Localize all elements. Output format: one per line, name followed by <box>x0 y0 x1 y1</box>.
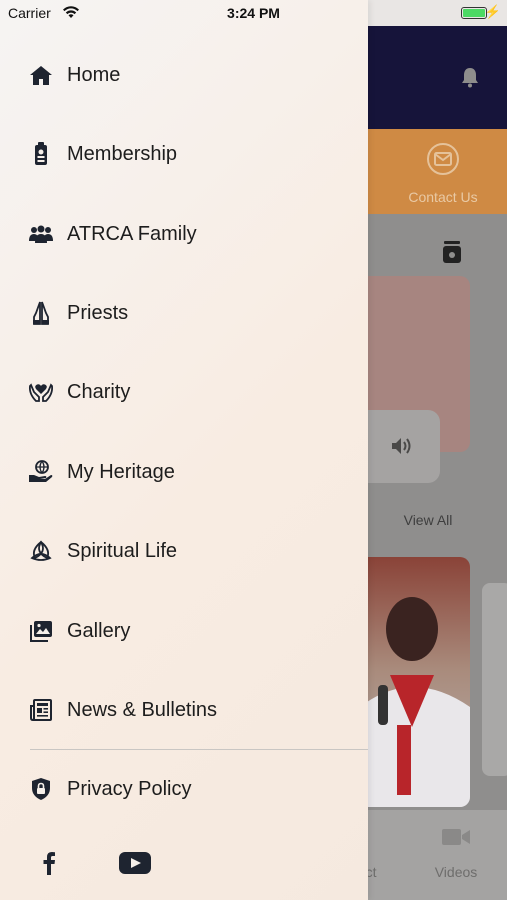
people-icon <box>28 221 54 247</box>
menu-item-privacy-policy[interactable]: Privacy Policy <box>0 759 368 819</box>
heart-hands-icon <box>28 379 54 405</box>
menu-label-privacy-policy: Privacy Policy <box>67 777 192 800</box>
jar-icon[interactable] <box>441 240 463 264</box>
gallery-icon <box>28 618 54 644</box>
mail-icon[interactable] <box>426 142 460 176</box>
menu-label-priests: Priests <box>67 301 129 324</box>
youtube-icon[interactable] <box>118 848 152 878</box>
menu-item-membership[interactable]: Membership <box>0 124 368 184</box>
menu-item-priests[interactable]: Priests <box>0 283 368 343</box>
menu-item-my-heritage[interactable]: My Heritage <box>0 442 368 502</box>
trinity-knot-icon <box>28 538 54 564</box>
secondary-card[interactable] <box>482 583 507 776</box>
shield-lock-icon <box>28 776 54 802</box>
menu-divider <box>30 749 368 750</box>
view-all-link[interactable]: View All <box>390 512 466 528</box>
menu-item-atrca-family[interactable]: ATRCA Family <box>0 204 368 264</box>
speaker-icon[interactable] <box>390 436 414 456</box>
menu-label-membership: Membership <box>67 142 178 165</box>
menu-item-news-bulletins[interactable]: News & Bulletins <box>0 680 368 740</box>
charging-bolt-icon: ⚡ <box>484 4 501 19</box>
battery-icon <box>461 7 487 19</box>
clock: 3:24 PM <box>227 5 280 21</box>
menu-item-home[interactable]: Home <box>0 45 368 105</box>
menu-item-charity[interactable]: Charity <box>0 362 368 422</box>
video-camera-icon[interactable] <box>441 826 471 848</box>
menu-label-charity: Charity <box>67 380 131 403</box>
menu-label-news-bulletins: News & Bulletins <box>67 698 218 721</box>
menu-label-my-heritage: My Heritage <box>67 460 175 483</box>
menu-label-home: Home <box>67 63 121 86</box>
id-badge-icon <box>28 141 54 167</box>
menu-label-spiritual-life: Spiritual Life <box>67 539 178 562</box>
tab-videos[interactable]: Videos <box>420 864 492 880</box>
globe-hand-icon <box>28 459 54 485</box>
menu-item-spiritual-life[interactable]: Spiritual Life <box>0 521 368 581</box>
bell-icon[interactable] <box>460 66 480 88</box>
home-icon <box>28 62 54 88</box>
status-bar: Carrier 3:24 PM ⚡ <box>0 0 507 26</box>
menu-label-atrca-family: ATRCA Family <box>67 222 197 245</box>
menu-label-gallery: Gallery <box>67 619 131 642</box>
praying-hands-icon <box>28 300 54 326</box>
contact-us-label[interactable]: Contact Us <box>395 189 491 205</box>
side-drawer: Home Membership ATRCA Family Priests Cha… <box>0 0 368 900</box>
facebook-icon[interactable] <box>32 848 66 878</box>
menu-item-gallery[interactable]: Gallery <box>0 601 368 661</box>
newspaper-icon <box>28 697 54 723</box>
